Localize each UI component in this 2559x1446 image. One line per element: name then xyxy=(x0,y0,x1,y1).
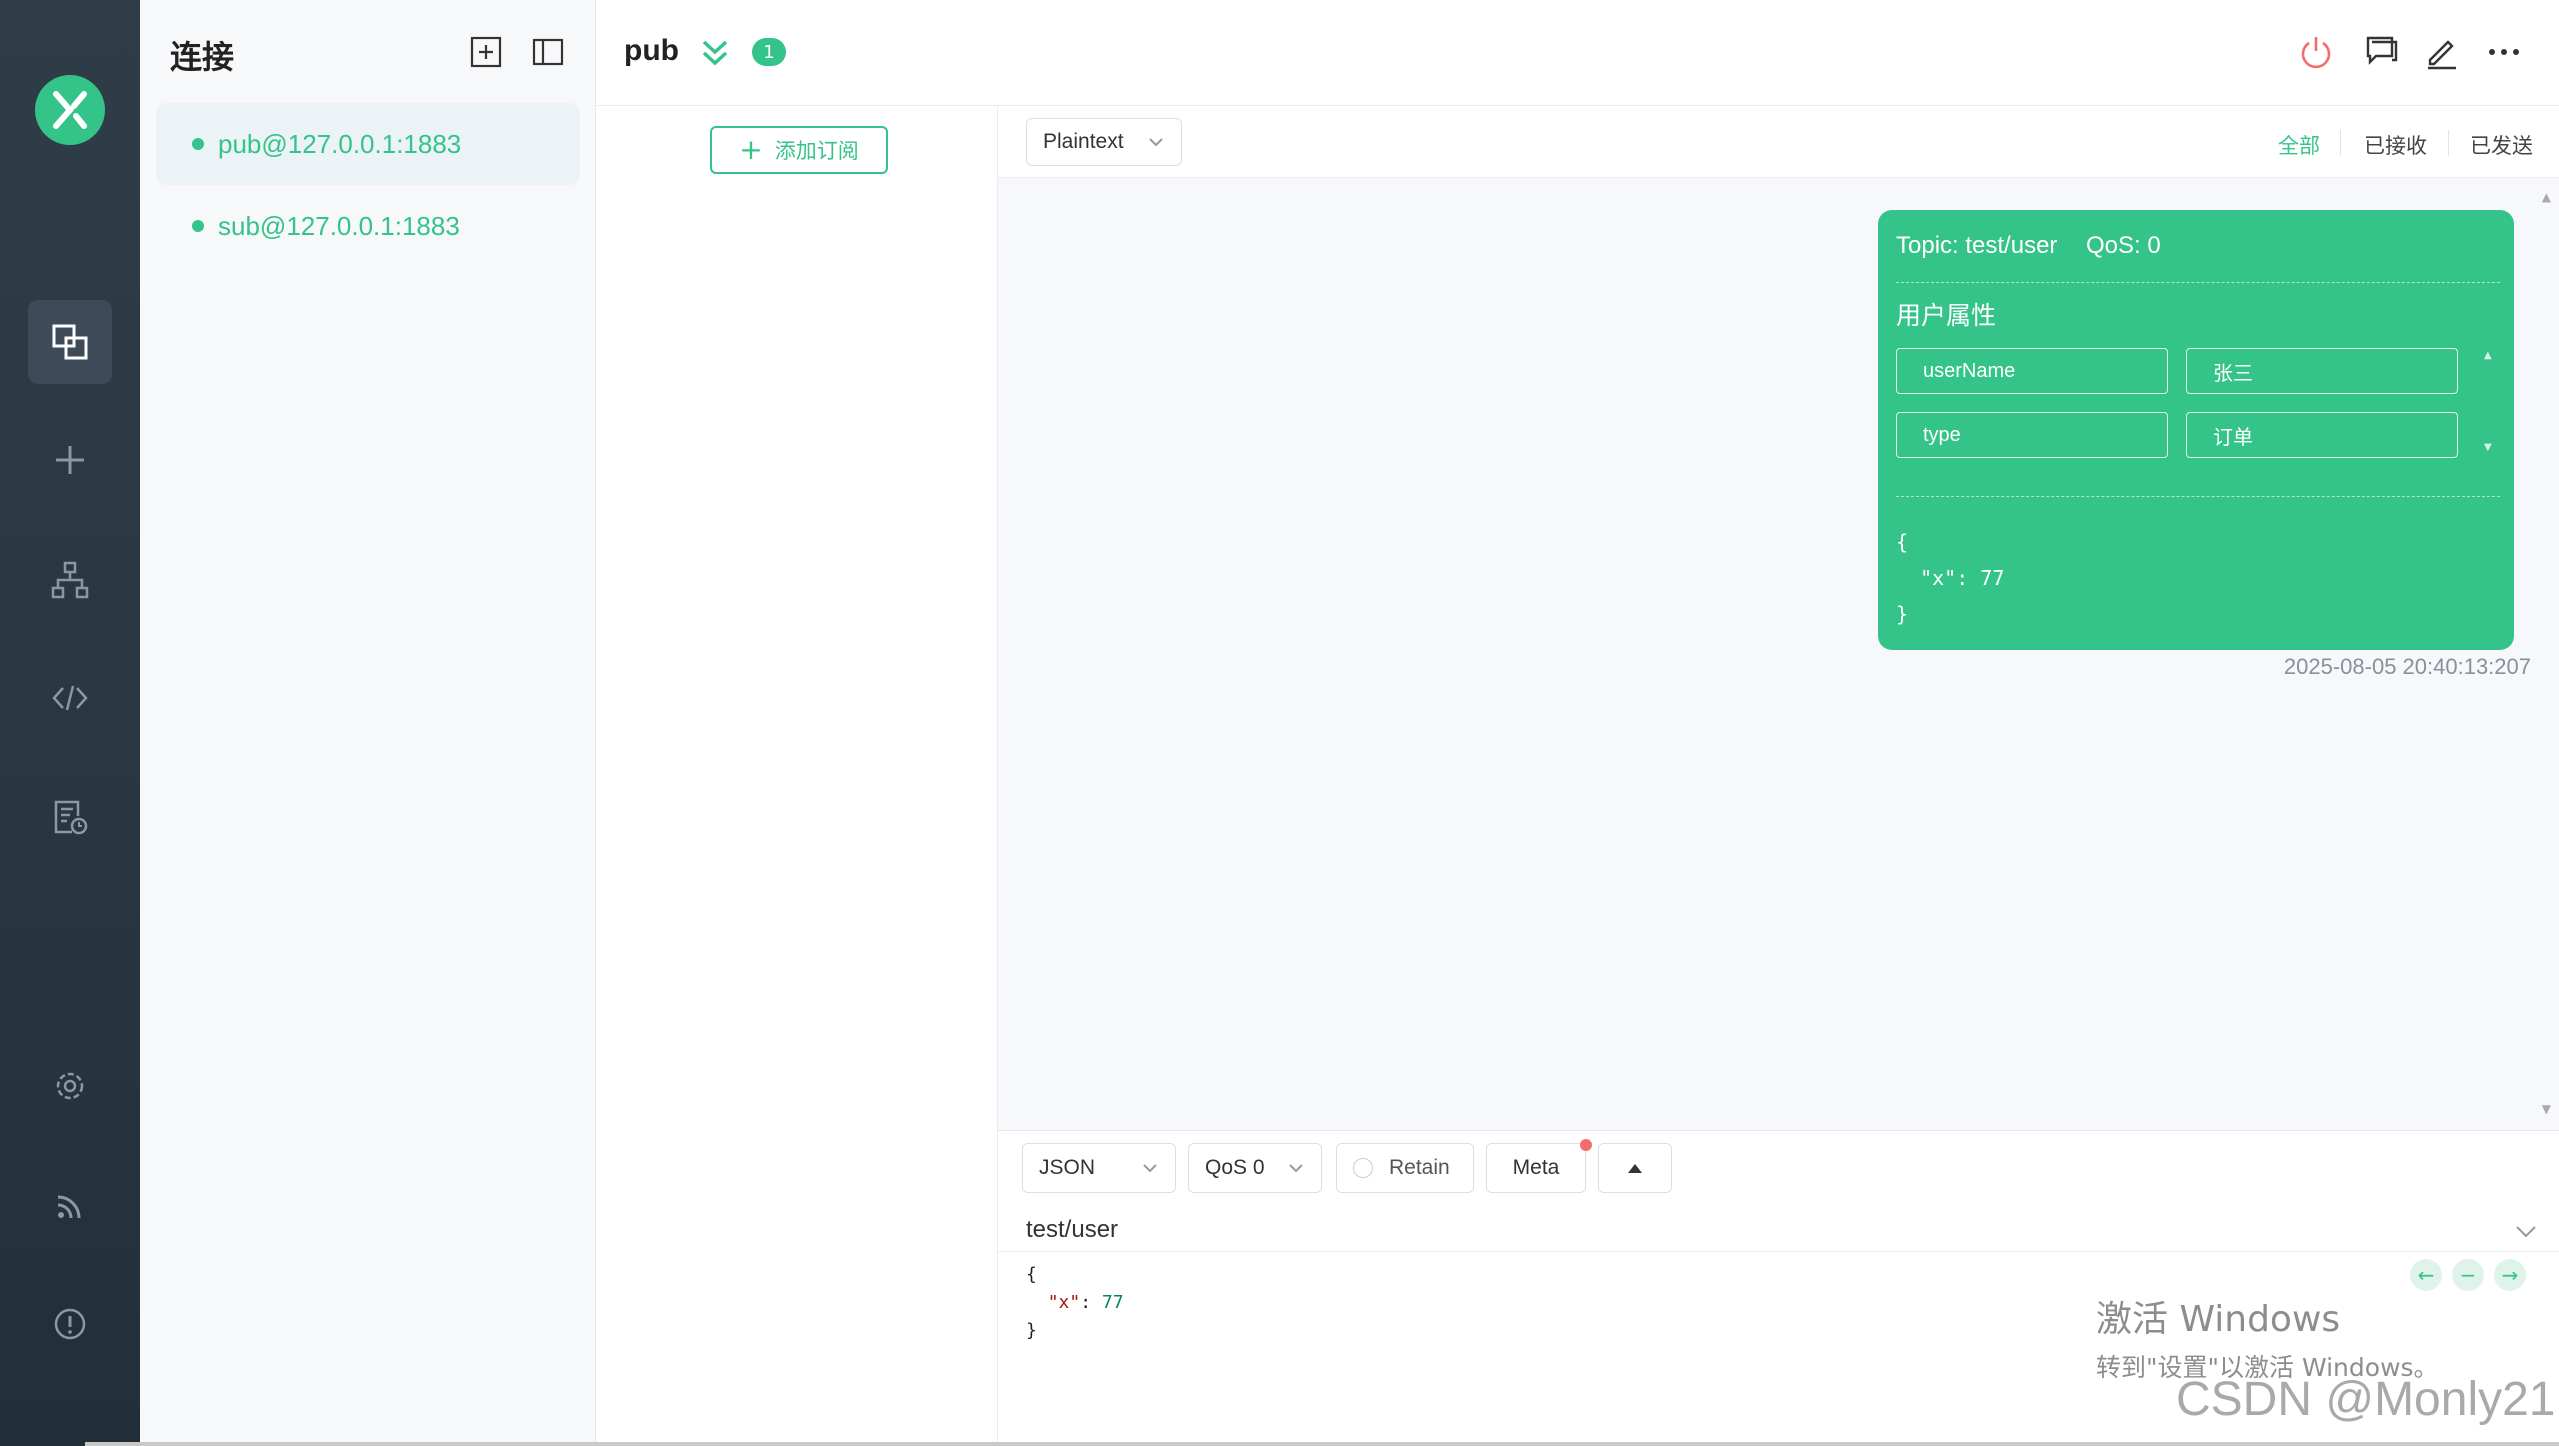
connected-status-dot xyxy=(192,138,204,150)
subscriptions-column: + 添加订阅 xyxy=(596,106,998,1446)
scroll-up-icon[interactable]: ▲ xyxy=(2542,190,2551,204)
app-rail xyxy=(0,0,140,1446)
windows-activation-watermark: 激活 Windows 转到"设置"以激活 Windows。 xyxy=(2096,1290,2439,1384)
user-property-value: 订单 xyxy=(2186,412,2458,458)
connection-item-sub[interactable]: sub@127.0.0.1:1883 xyxy=(156,185,580,267)
new-group-icon[interactable] xyxy=(468,34,504,70)
filter-tab-sent[interactable]: 已发送 xyxy=(2470,130,2533,160)
composer-qos-select[interactable]: QoS 0 xyxy=(1188,1143,1322,1193)
scroll-up-icon[interactable]: ▲ xyxy=(2484,350,2492,361)
connection-item-pub[interactable]: pub@127.0.0.1:1883 xyxy=(156,103,580,185)
meta-indicator-dot xyxy=(1580,1139,1592,1151)
code-brace: { xyxy=(1026,1264,1037,1285)
filter-tab-all[interactable]: 全部 xyxy=(2278,130,2320,160)
plus-icon: + xyxy=(739,133,763,166)
composer-format-value: JSON xyxy=(1039,1156,1096,1179)
arrow-right-icon[interactable]: → xyxy=(2494,1259,2526,1291)
add-subscription-button[interactable]: + 添加订阅 xyxy=(710,126,888,174)
minus-icon[interactable]: − xyxy=(2452,1259,2484,1291)
message-timestamp: 2025-08-05 20:40:13:207 xyxy=(2283,654,2531,679)
mqttx-logo xyxy=(35,75,105,145)
message-topic: Topic: test/user xyxy=(1896,232,2058,259)
rail-about-icon[interactable] xyxy=(28,1282,112,1366)
retain-radio[interactable] xyxy=(1353,1158,1373,1178)
payload-format-select[interactable]: Plaintext xyxy=(1026,118,1182,166)
composer-format-select[interactable]: JSON xyxy=(1022,1143,1176,1193)
rail-connections-icon[interactable] xyxy=(28,300,112,384)
payload-editor[interactable]: { "x": 77 } xyxy=(1026,1261,1124,1345)
payload-format-value: Plaintext xyxy=(1043,130,1124,153)
filter-divider xyxy=(2340,130,2341,156)
rail-log-icon[interactable] xyxy=(28,776,112,860)
code-key: "x" xyxy=(1047,1292,1081,1313)
watermark-line: 激活 Windows xyxy=(2096,1299,2341,1340)
rail-subscribe-feed-icon[interactable] xyxy=(28,1164,112,1248)
new-window-icon[interactable] xyxy=(2360,32,2400,72)
divider xyxy=(998,1251,2559,1252)
connected-status-dot xyxy=(192,220,204,232)
retain-toggle[interactable]: Retain xyxy=(1336,1143,1474,1193)
rail-topology-icon[interactable] xyxy=(28,538,112,622)
rail-script-icon[interactable] xyxy=(28,656,112,740)
caret-up-icon xyxy=(1628,1164,1642,1173)
expand-composer-button[interactable] xyxy=(1598,1143,1672,1193)
scroll-down-icon[interactable]: ▼ xyxy=(2484,442,2492,453)
message-list[interactable]: ▲ Topic: test/user QoS: 0 用户属性 userName … xyxy=(998,178,2559,1130)
bottom-border xyxy=(85,1442,2559,1446)
sent-message-bubble[interactable]: Topic: test/user QoS: 0 用户属性 userName 张三… xyxy=(1878,210,2514,650)
rail-new-connection-icon[interactable] xyxy=(28,418,112,502)
composer-qos-value: QoS 0 xyxy=(1205,1156,1265,1179)
scroll-down-icon[interactable]: ▼ xyxy=(2542,1102,2551,1116)
chevron-down-icon xyxy=(1149,138,1163,147)
add-subscription-label: 添加订阅 xyxy=(774,139,859,163)
filter-tab-received[interactable]: 已接收 xyxy=(2364,130,2427,160)
toggle-panel-icon[interactable] xyxy=(530,34,566,70)
connection-name: pub@127.0.0.1:1883 xyxy=(218,128,462,159)
divider xyxy=(1896,282,2500,283)
arrow-left-icon[interactable]: ← xyxy=(2410,1259,2442,1291)
message-qos: QoS: 0 xyxy=(2086,232,2161,259)
message-payload: { "x": 77 } xyxy=(1896,530,2005,626)
user-property-key: userName xyxy=(1896,348,2168,394)
meta-label: Meta xyxy=(1512,1156,1560,1179)
disconnect-power-icon[interactable] xyxy=(2296,32,2336,72)
user-property-key: type xyxy=(1896,412,2168,458)
csdn-watermark: CSDN @Monly21 xyxy=(2176,1373,2556,1426)
connection-name: sub@127.0.0.1:1883 xyxy=(218,210,460,241)
topic-input-value: test/user xyxy=(1026,1216,1119,1243)
message-toolbar: Plaintext 全部 已接收 已发送 xyxy=(998,106,2559,178)
connections-panel: 连接 pub@127.0.0.1:1883 sub@127.0.0.1:1883 xyxy=(140,0,596,1446)
topic-input[interactable]: test/user xyxy=(1026,1207,2526,1253)
code-brace: } xyxy=(1026,1320,1037,1341)
connections-title: 连接 xyxy=(170,38,235,76)
chevron-down-icon[interactable] xyxy=(2514,1219,2538,1243)
more-options-icon[interactable] xyxy=(2484,32,2524,72)
rail-settings-icon[interactable] xyxy=(28,1044,112,1128)
chevron-double-down-icon[interactable] xyxy=(698,36,732,70)
user-property-value: 张三 xyxy=(2186,348,2458,394)
connection-header: pub 1 xyxy=(596,0,2559,106)
filter-divider xyxy=(2448,130,2449,156)
code-value: 77 xyxy=(1101,1292,1124,1313)
meta-button[interactable]: Meta xyxy=(1486,1143,1586,1193)
chevron-down-icon xyxy=(1143,1164,1157,1173)
retain-label: Retain xyxy=(1389,1156,1450,1179)
current-connection-name: pub xyxy=(624,34,679,67)
code-separator: : xyxy=(1080,1292,1102,1313)
user-properties-title: 用户属性 xyxy=(1896,301,1997,330)
subscription-count-badge: 1 xyxy=(752,38,786,66)
chevron-down-icon xyxy=(1289,1164,1303,1173)
divider xyxy=(1896,496,2500,497)
edit-pencil-icon[interactable] xyxy=(2422,32,2462,72)
